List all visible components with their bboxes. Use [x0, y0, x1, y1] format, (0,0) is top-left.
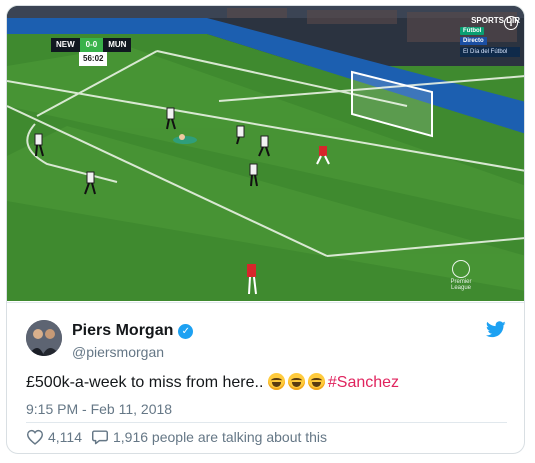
broadcaster-chip-directo: Directo: [460, 37, 487, 45]
premier-league-badge: Premier League: [446, 260, 476, 291]
home-team: NEW: [51, 38, 80, 52]
away-team: MUN: [103, 38, 132, 52]
author-name-row[interactable]: Piers Morgan ✓: [72, 322, 194, 340]
avatar[interactable]: [26, 320, 62, 356]
tweet-text-body: £500k-a-week to miss from here..: [26, 374, 268, 391]
verified-badge-icon: ✓: [178, 324, 194, 339]
tweet-timestamp[interactable]: 9:15 PM - Feb 11, 2018: [26, 401, 172, 417]
reply-conversation-link[interactable]: 1,916 people are talking about this: [91, 429, 327, 445]
avatar-photo: [26, 320, 62, 356]
talking-count: 1,916 people are talking about this: [113, 429, 328, 445]
tweet-actions: 4,114 1,916 people are talking about thi…: [26, 429, 336, 445]
tweet-text: £500k-a-week to miss from here.. #Sanche…: [26, 373, 399, 392]
speech-bubble-icon: [91, 430, 108, 445]
like-count: 4,114: [48, 429, 82, 445]
premier-league-lion-icon: [452, 260, 470, 278]
tears-of-joy-emoji-icon: [267, 373, 285, 390]
twitter-bird-icon[interactable]: [485, 321, 506, 343]
match-clock: 56:02: [79, 52, 108, 66]
tweet-media-video[interactable]: NEW 0-0 MUN 56:02 SPORTS DIR Fútbol Dire…: [7, 6, 524, 301]
author-name[interactable]: Piers Morgan: [72, 322, 173, 339]
heart-icon: [26, 429, 44, 445]
tears-of-joy-emoji-icon: [307, 373, 325, 390]
author-handle[interactable]: @piersmorgan: [72, 344, 164, 360]
broadcaster-chip-futbol: Fútbol: [460, 27, 485, 35]
divider: [26, 422, 507, 423]
broadcaster-info: El Día del Fútbol: [460, 47, 520, 57]
league-name: Premier League: [450, 279, 472, 291]
embedded-tweet-card[interactable]: NEW 0-0 MUN 56:02 SPORTS DIR Fútbol Dire…: [6, 5, 525, 454]
like-button[interactable]: 4,114: [26, 429, 82, 445]
tears-of-joy-emoji-icon: [287, 373, 305, 390]
score: 0-0: [79, 38, 104, 52]
scoreboard: NEW 0-0 MUN: [51, 38, 132, 52]
tweet-body: Piers Morgan ✓ @piersmorgan £500k-a-week …: [7, 302, 524, 453]
info-circle-icon[interactable]: i: [504, 16, 518, 30]
hashtag-link[interactable]: #Sanchez: [328, 374, 399, 391]
